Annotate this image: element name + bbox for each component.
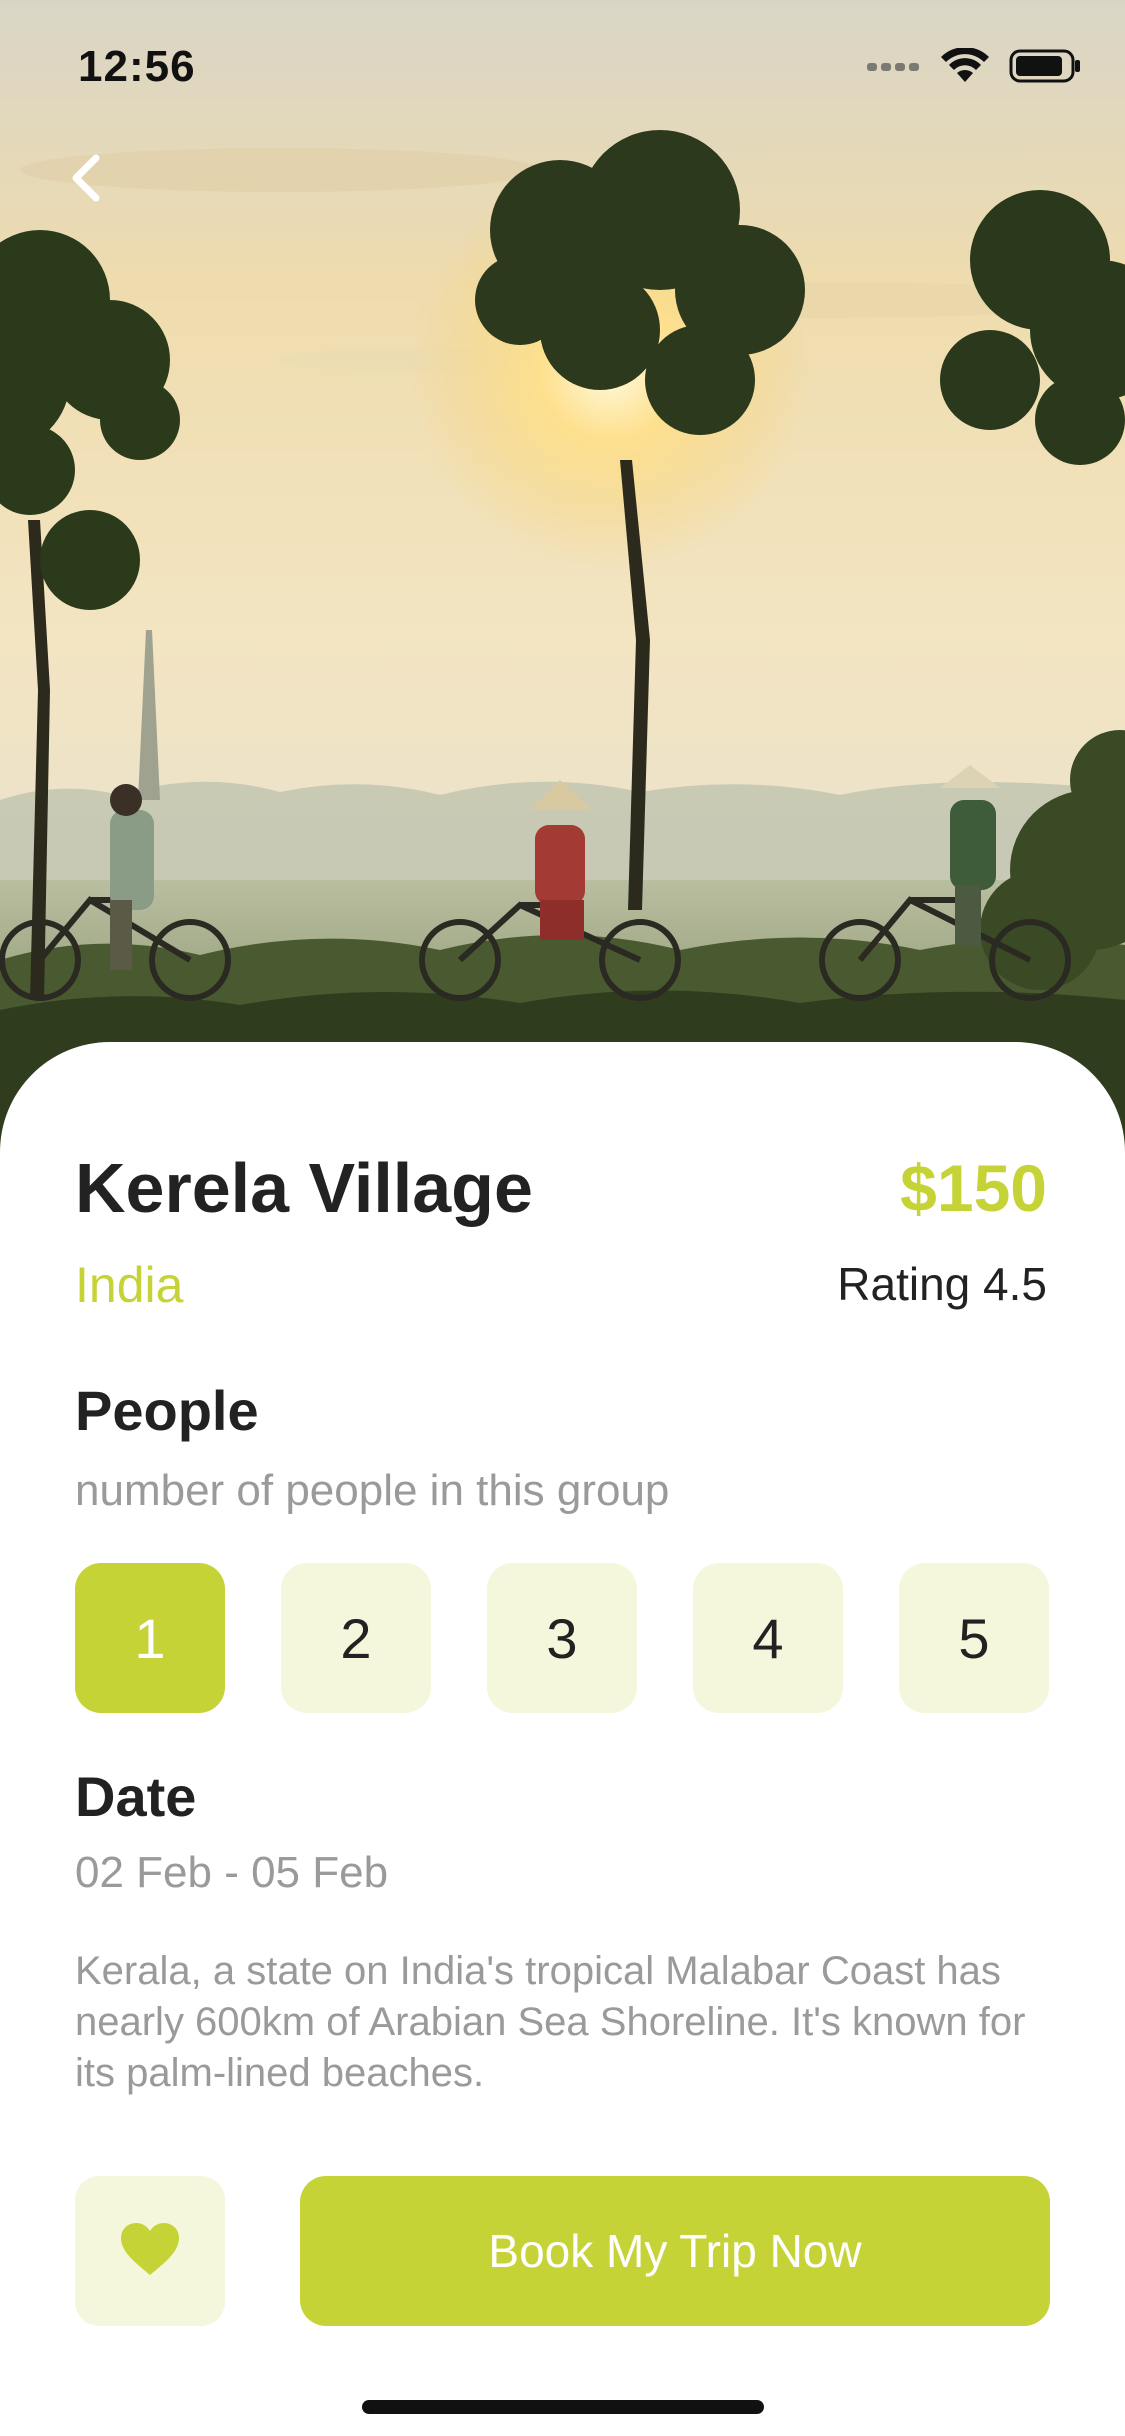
wifi-icon [941, 47, 989, 89]
hero-image [0, 0, 1125, 1160]
people-selector: 1 2 3 4 5 [75, 1563, 1049, 1713]
signal-icon [867, 59, 921, 78]
date-range: 02 Feb - 05 Feb [75, 1848, 389, 1897]
people-option-2[interactable]: 2 [281, 1563, 431, 1713]
status-icons [867, 47, 1081, 89]
trip-detail-screen: 12:56 Kerela Village $150 India Rating 4… [0, 0, 1125, 2436]
destination-description: Kerala, a state on India's tropical Mala… [75, 1949, 1026, 2095]
people-subtitle: number of people in this group [75, 1466, 670, 1515]
date-heading: Date [75, 1765, 197, 1828]
country-label: India [75, 1257, 184, 1313]
people-option-1[interactable]: 1 [75, 1563, 225, 1713]
status-time: 12:56 [78, 42, 196, 91]
home-indicator [362, 2400, 764, 2414]
destination-title: Kerela Village [75, 1149, 533, 1227]
price-label: $150 [900, 1151, 1047, 1225]
rating-label: Rating 4.5 [837, 1258, 1047, 1310]
heart-icon [119, 2221, 181, 2282]
people-option-4[interactable]: 4 [693, 1563, 843, 1713]
book-trip-button[interactable]: Book My Trip Now [300, 2176, 1050, 2326]
people-option-3[interactable]: 3 [487, 1563, 637, 1713]
back-button[interactable] [52, 140, 132, 220]
people-option-5[interactable]: 5 [899, 1563, 1049, 1713]
chevron-left-icon [52, 154, 132, 224]
battery-icon [1009, 48, 1081, 89]
favorite-button[interactable] [75, 2176, 225, 2326]
people-heading: People [75, 1379, 259, 1442]
